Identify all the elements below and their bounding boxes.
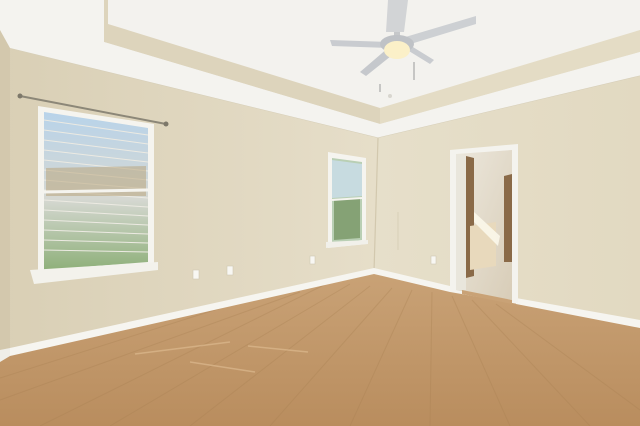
smoke-detector-icon: [388, 94, 392, 98]
room-scene: [0, 0, 640, 426]
left-corner-wall: [0, 30, 10, 360]
outlet-icon: [430, 255, 437, 265]
outlet-icon: [192, 269, 200, 280]
center-window: [326, 152, 368, 248]
door-leaf[interactable]: [456, 154, 466, 290]
outlet-icon: [309, 255, 316, 265]
left-window: [30, 106, 158, 284]
outlet-icon: [226, 265, 234, 276]
open-doorway: [450, 144, 518, 304]
tree-foliage: [334, 198, 360, 240]
fan-light-globe: [384, 41, 410, 59]
